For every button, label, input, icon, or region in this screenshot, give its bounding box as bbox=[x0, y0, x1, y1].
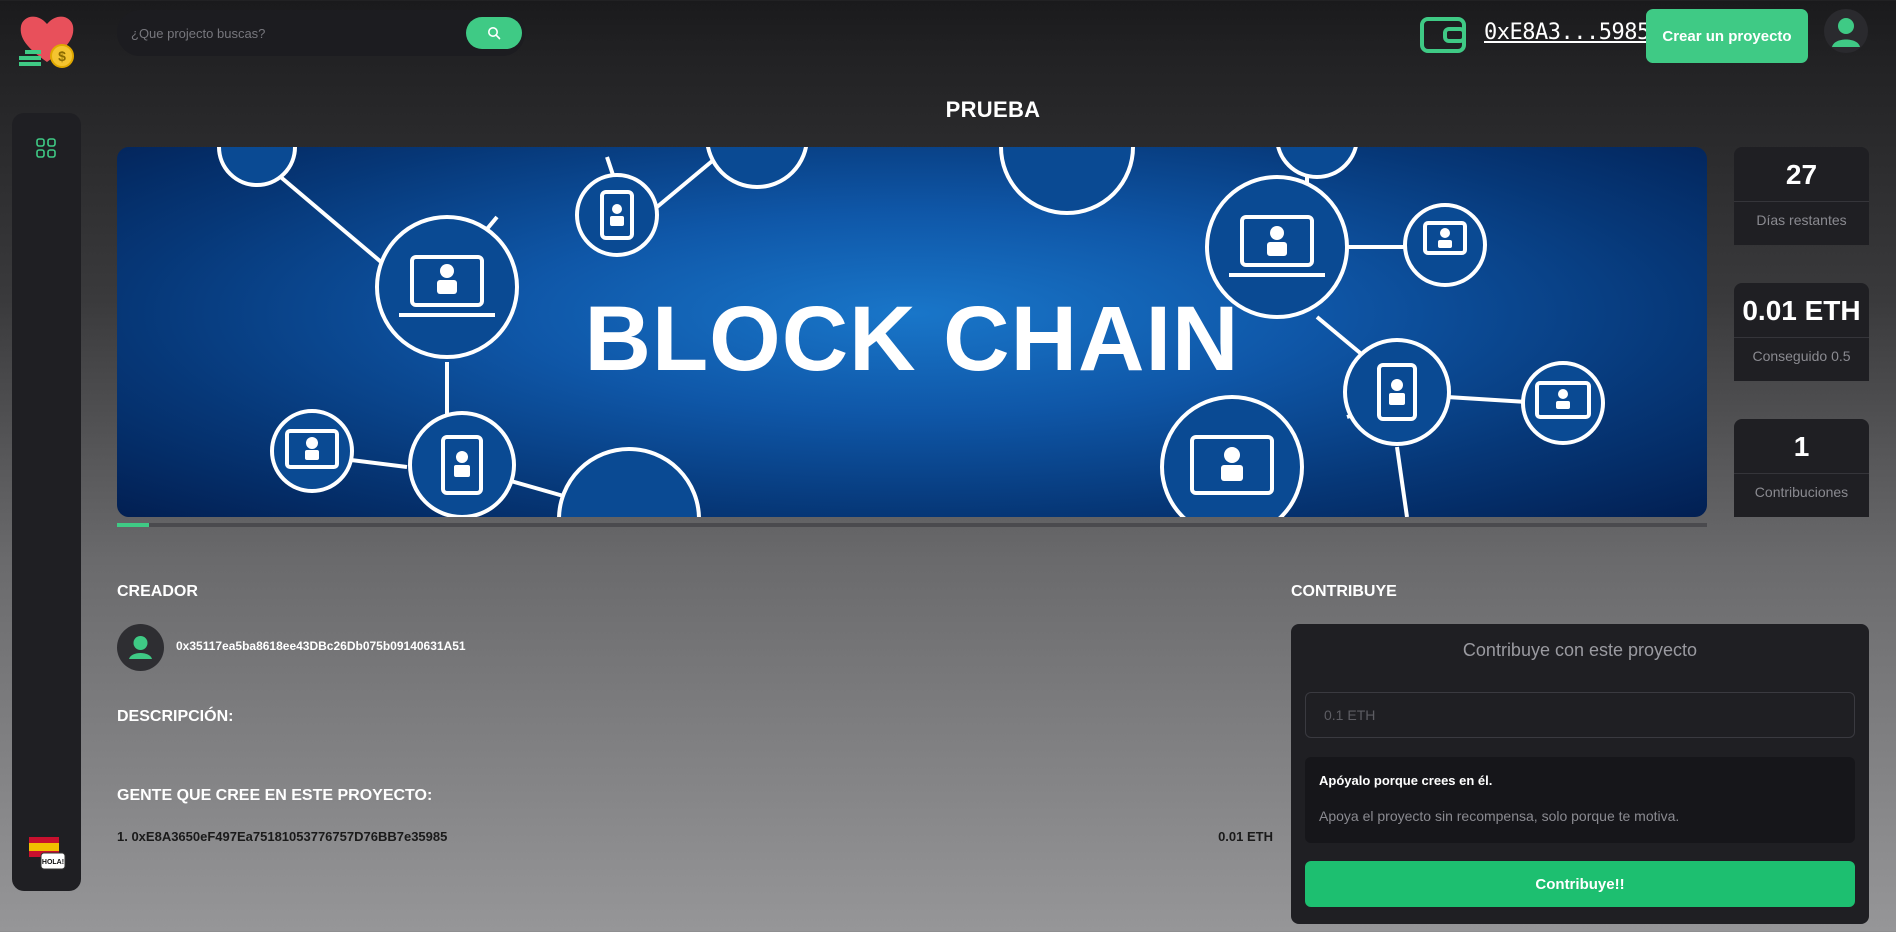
search-button[interactable] bbox=[466, 17, 522, 49]
search-icon bbox=[488, 27, 501, 40]
funding-progress-bar bbox=[117, 523, 1707, 527]
creator-address: 0x35117ea5ba8618ee43DBc26Db075b09140631A… bbox=[176, 639, 466, 653]
wallet-icon[interactable] bbox=[1419, 16, 1467, 54]
grid-icon[interactable] bbox=[36, 138, 56, 158]
description-heading: DESCRIPCIÓN: bbox=[117, 708, 234, 725]
creator-avatar-icon bbox=[117, 624, 164, 671]
wallet-address-link[interactable]: 0xE8A3...5985 bbox=[1484, 20, 1650, 45]
stat-contributions: 1 Contribuciones bbox=[1734, 419, 1869, 517]
svg-text:$: $ bbox=[58, 48, 66, 64]
search-input[interactable] bbox=[131, 25, 461, 41]
stat-days-remaining: 27 Días restantes bbox=[1734, 147, 1869, 245]
sidebar: HOLA! bbox=[12, 113, 81, 891]
believer-entry: 1. 0xE8A3650eF497Ea75181053776757D76BB7e… bbox=[117, 829, 448, 844]
stat-label: Contribuciones bbox=[1754, 484, 1849, 500]
user-avatar-icon[interactable] bbox=[1824, 9, 1868, 53]
contribute-title: Contribuye con este proyecto bbox=[1462, 640, 1698, 660]
contribute-button[interactable]: Contribuye!! bbox=[1305, 861, 1855, 907]
project-banner-image: BLOCK CHAIN bbox=[117, 147, 1707, 517]
stat-value: 1 bbox=[1793, 431, 1810, 462]
contribution-amount-input[interactable] bbox=[1305, 692, 1855, 738]
believer-amount: 0.01 ETH bbox=[1218, 829, 1273, 844]
contribute-panel: Contribuye con este proyecto Apóyalo por… bbox=[1291, 624, 1869, 924]
reward-title: Apóyalo porque crees en él. bbox=[1319, 773, 1493, 788]
funding-progress-fill bbox=[117, 523, 149, 527]
svg-text:HOLA!: HOLA! bbox=[42, 859, 64, 866]
language-flag-icon[interactable]: HOLA! bbox=[27, 835, 67, 873]
stat-value: 0.01 ETH bbox=[1742, 295, 1861, 326]
stat-label: Días restantes bbox=[1756, 212, 1847, 228]
stat-label: Conseguido 0.5 bbox=[1752, 348, 1851, 364]
reward-option-card[interactable]: Apóyalo porque crees en él. Apoya el pro… bbox=[1305, 757, 1855, 843]
reward-description: Apoya el proyecto sin recompensa, solo p… bbox=[1319, 808, 1680, 824]
logo-icon[interactable]: $ bbox=[17, 12, 77, 70]
page-title: PRUEBA bbox=[945, 97, 1041, 122]
creator-heading: CREADOR bbox=[117, 583, 198, 600]
stat-raised: 0.01 ETH Conseguido 0.5 bbox=[1734, 283, 1869, 381]
search-bar bbox=[117, 10, 525, 56]
stat-value: 27 bbox=[1785, 159, 1818, 190]
banner-text: BLOCK CHAIN bbox=[584, 288, 1240, 390]
list-item: 1. 0xE8A3650eF497Ea75181053776757D76BB7e… bbox=[117, 829, 1273, 844]
contribute-heading: CONTRIBUYE bbox=[1291, 583, 1397, 600]
create-project-button[interactable]: Crear un proyecto bbox=[1646, 9, 1808, 63]
believers-heading: GENTE QUE CREE EN ESTE PROYECTO: bbox=[117, 787, 433, 804]
